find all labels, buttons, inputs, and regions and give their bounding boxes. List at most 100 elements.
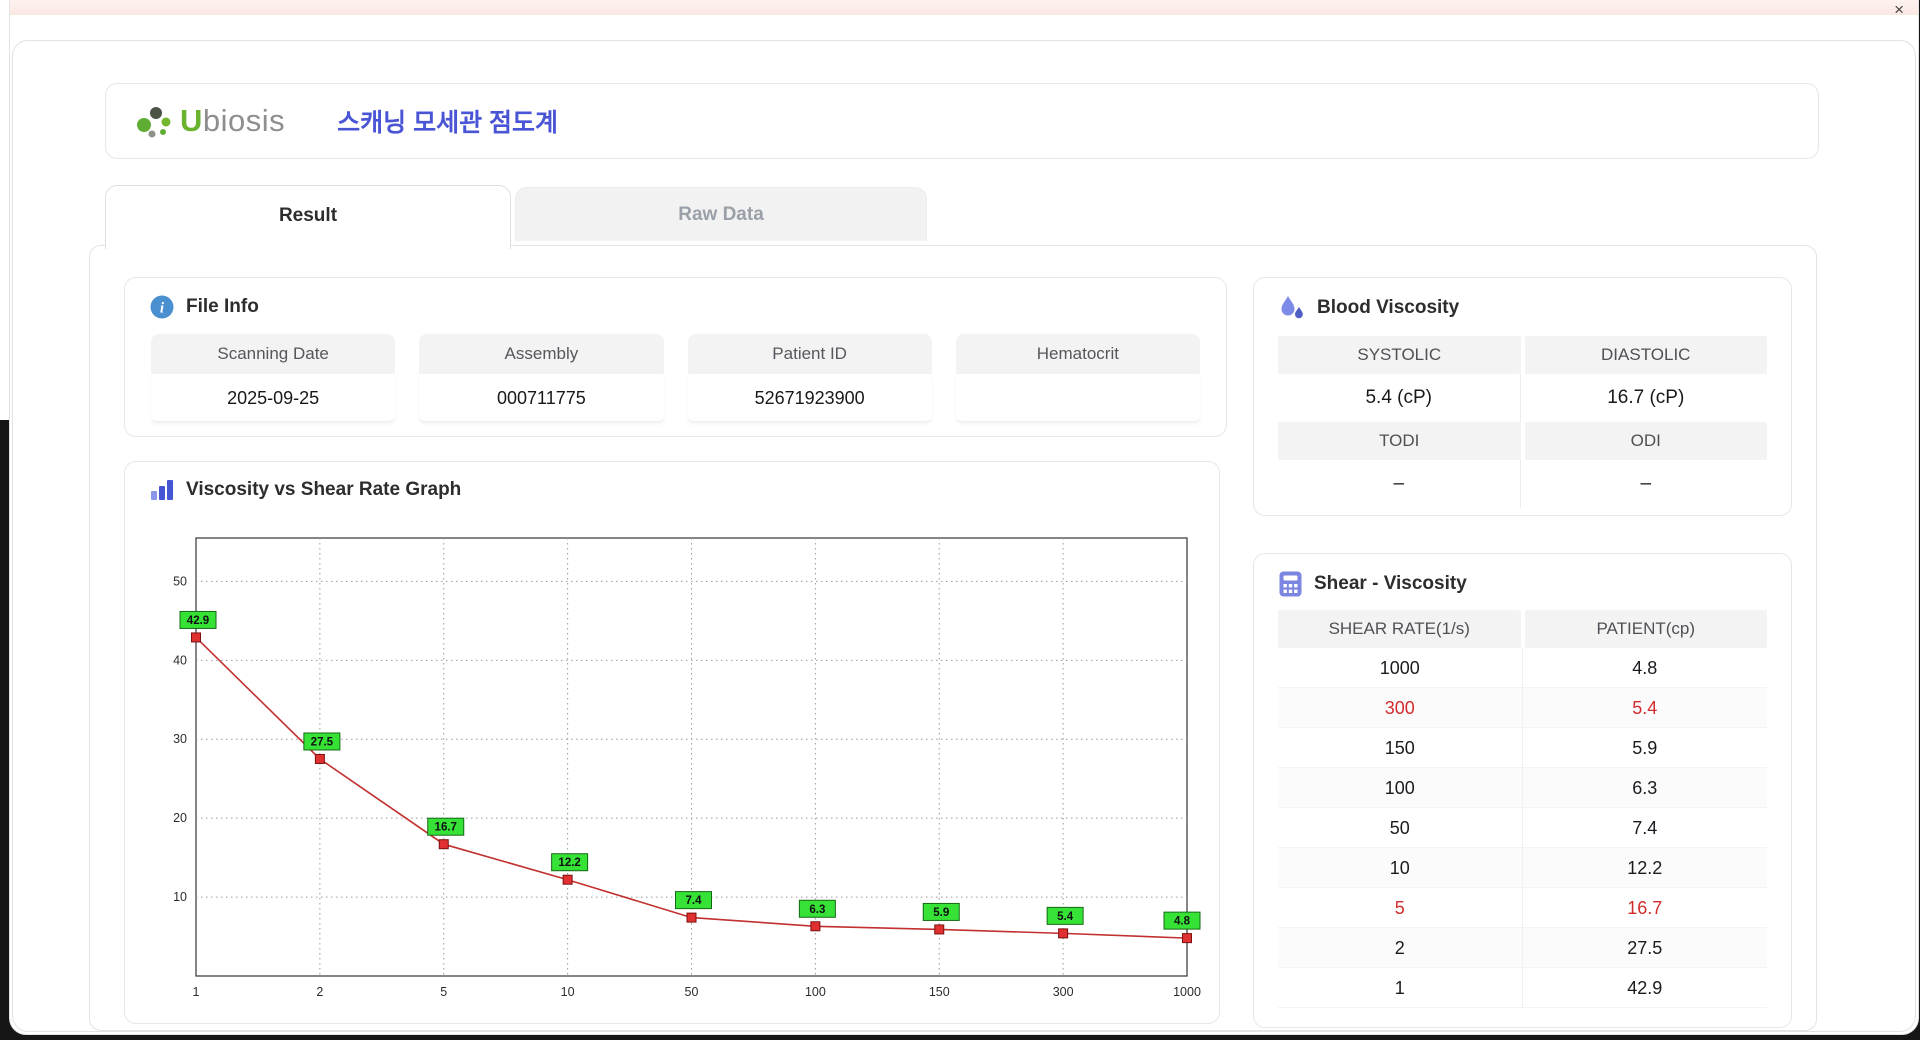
viscosity-chart: 10 20 30 40 50 1 2 5 10 50 100 150 300 1000 42.9 27.5 16… <box>173 537 1201 999</box>
svg-text:27.5: 27.5 <box>311 736 334 748</box>
table-row: 50 7.4 <box>1278 808 1767 848</box>
file-info-fields: Scanning Date 2025-09-25 Assembly 000711… <box>151 334 1200 422</box>
table-row: 100 6.3 <box>1278 768 1767 808</box>
app-window: × Ubiosis 스캐닝 모세관 점도계 Result Raw Data i … <box>10 0 1918 1034</box>
svg-text:2: 2 <box>316 985 323 999</box>
graph-card: Viscosity vs Shear Rate Graph 10 20 30 40 50… <box>124 461 1220 1024</box>
svg-text:30: 30 <box>173 732 187 746</box>
svg-text:150: 150 <box>929 985 950 999</box>
file-info-title-row: i File Info <box>125 278 1226 320</box>
file-info-field: Hematocrit <box>955 334 1200 422</box>
sv-rate-cell: 1 <box>1278 968 1523 1008</box>
sv-value-cell: 5.4 <box>1632 698 1658 718</box>
svg-text:6.3: 6.3 <box>809 904 825 916</box>
bv-value-cell: 16.7 (cP) <box>1607 387 1685 408</box>
sv-rate-cell: 10 <box>1278 848 1523 888</box>
svg-text:12.2: 12.2 <box>558 857 580 869</box>
info-icon: i <box>150 295 174 319</box>
calculator-icon <box>1279 571 1302 597</box>
table-row: 10 12.2 <box>1278 848 1767 888</box>
svg-text:1000: 1000 <box>1173 985 1201 999</box>
sv-value-cell: 16.7 <box>1627 898 1663 918</box>
table-row: 5 16.7 <box>1278 888 1767 928</box>
shear-viscosity-table: SHEAR RATE(1/s) PATIENT(cp) 1000 4.8 300 … <box>1278 610 1767 1008</box>
file-info-field: Assembly 000711775 <box>419 334 664 422</box>
logo-letter-u: U <box>180 103 203 138</box>
blood-viscosity-table: SYSTOLIC DIASTOLIC 5.4 (cP) 16.7 (cP) TOD… <box>1278 336 1767 508</box>
bv-value-cell: 5.4 (cP) <box>1278 374 1521 422</box>
main-card: Ubiosis 스캐닝 모세관 점도계 Result Raw Data i Fi… <box>12 40 1916 1032</box>
sv-value-cell: 12.2 <box>1627 858 1663 878</box>
sv-value-cell: 7.4 <box>1632 818 1658 838</box>
sv-value-cell: 6.3 <box>1632 778 1658 798</box>
blood-viscosity-card: Blood Viscosity SYSTOLIC DIASTOLIC 5.4 (… <box>1253 277 1792 516</box>
close-icon[interactable]: × <box>1894 1 1904 18</box>
bv-header-cell: SYSTOLIC <box>1278 336 1521 374</box>
svg-text:16.7: 16.7 <box>435 822 457 834</box>
sv-rate-cell: 1000 <box>1278 648 1523 688</box>
svg-text:50: 50 <box>173 574 187 588</box>
file-info-title: File Info <box>186 296 259 317</box>
svg-text:4.8: 4.8 <box>1174 916 1191 928</box>
sv-value-cell: 5.9 <box>1632 738 1658 758</box>
sv-rate-cell: 50 <box>1278 808 1523 848</box>
table-row: 1 42.9 <box>1278 968 1767 1008</box>
field-value: 52671923900 <box>687 374 932 422</box>
logo-dots-icon <box>137 107 171 138</box>
sv-rate-cell: 5 <box>1278 888 1523 928</box>
bv-value-cell: – <box>1640 473 1652 494</box>
sv-column-header: SHEAR RATE(1/s) <box>1278 610 1521 648</box>
field-label: Assembly <box>419 334 664 374</box>
sv-value-cell: 4.8 <box>1632 658 1658 678</box>
field-label: Hematocrit <box>955 334 1200 374</box>
shear-viscosity-title: Shear - Viscosity <box>1314 573 1467 594</box>
table-row: 1000 4.8 <box>1278 648 1767 688</box>
sv-rate-cell: 100 <box>1278 768 1523 808</box>
table-row: 2 27.5 <box>1278 928 1767 968</box>
shear-viscosity-table-body: 1000 4.8 300 5.4 150 5.9 100 6.3 50 7.4 … <box>1278 648 1767 1008</box>
svg-text:300: 300 <box>1053 985 1074 999</box>
logo-text: Ubiosis <box>180 103 285 139</box>
tab-raw-data[interactable]: Raw Data <box>515 187 927 241</box>
sv-value-cell: 27.5 <box>1627 938 1663 958</box>
field-value <box>955 374 1200 422</box>
table-row: 300 5.4 <box>1278 688 1767 728</box>
bar-chart-icon <box>151 480 173 500</box>
sv-value-cell: 42.9 <box>1627 978 1663 998</box>
tab-result[interactable]: Result <box>105 185 511 249</box>
svg-text:1: 1 <box>193 985 200 999</box>
svg-text:5: 5 <box>440 985 447 999</box>
svg-text:20: 20 <box>173 811 187 825</box>
content-panel: i File Info Scanning Date 2025-09-25 Ass… <box>89 245 1817 1031</box>
window-titlebar: × <box>10 0 1918 18</box>
shear-viscosity-card: Shear - Viscosity SHEAR RATE(1/s) PATIENT… <box>1253 553 1792 1028</box>
graph-title: Viscosity vs Shear Rate Graph <box>186 479 462 500</box>
svg-text:42.9: 42.9 <box>187 615 209 627</box>
bv-header-cell: DIASTOLIC <box>1524 336 1767 374</box>
graph-title-row: Viscosity vs Shear Rate Graph <box>125 462 1219 502</box>
bv-header-cell: TODI <box>1278 422 1521 460</box>
svg-text:40: 40 <box>173 653 187 667</box>
sv-column-header: PATIENT(cp) <box>1524 610 1767 648</box>
field-label: Patient ID <box>687 334 932 374</box>
bv-header-cell: ODI <box>1524 422 1767 460</box>
svg-text:10: 10 <box>173 890 187 904</box>
file-info-card: i File Info Scanning Date 2025-09-25 Ass… <box>124 277 1227 437</box>
blood-viscosity-title-row: Blood Viscosity <box>1254 278 1791 322</box>
field-value: 2025-09-25 <box>151 374 396 422</box>
field-label: Scanning Date <box>151 334 396 374</box>
svg-text:5.9: 5.9 <box>933 907 949 919</box>
blood-viscosity-title: Blood Viscosity <box>1317 297 1460 318</box>
svg-text:5.4: 5.4 <box>1057 911 1074 923</box>
shear-viscosity-table-header: SHEAR RATE(1/s) PATIENT(cp) <box>1278 610 1767 648</box>
svg-text:100: 100 <box>805 985 826 999</box>
sv-rate-cell: 2 <box>1278 928 1523 968</box>
sv-rate-cell: 150 <box>1278 728 1523 768</box>
svg-text:7.4: 7.4 <box>686 895 703 907</box>
svg-text:50: 50 <box>685 985 699 999</box>
logo-letters-biosis: biosis <box>202 103 286 138</box>
app-title: 스캐닝 모세관 점도계 <box>337 109 559 137</box>
header-card: Ubiosis 스캐닝 모세관 점도계 <box>105 83 1819 159</box>
bv-value-cell: – <box>1278 460 1521 508</box>
droplet-icon <box>1281 296 1303 319</box>
